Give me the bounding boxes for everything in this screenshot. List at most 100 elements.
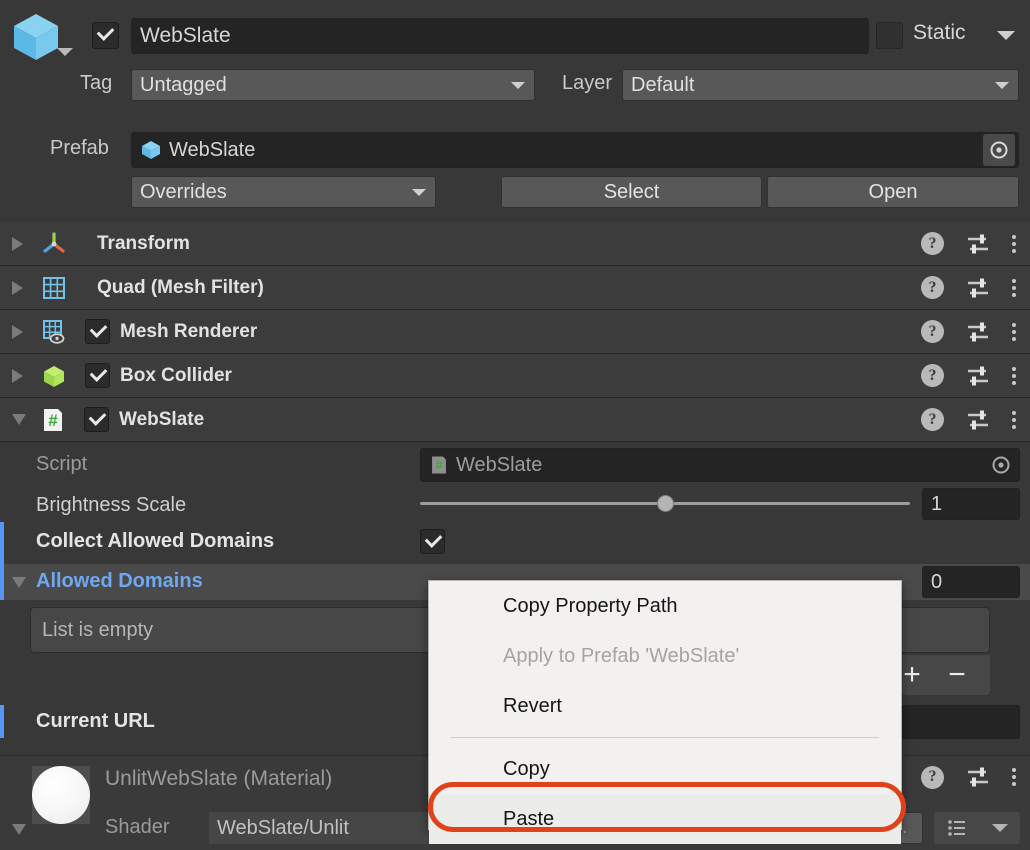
tag-dropdown[interactable]: Untagged [131,69,535,101]
layer-value: Default [631,74,694,97]
help-icon[interactable]: ? [921,320,944,343]
static-label: Static [913,21,966,45]
kebab-icon[interactable] [1012,411,1016,429]
add-list-item-button[interactable]: + [898,662,926,690]
component-row-actions: ? [921,232,1016,256]
chevron-down-icon [992,824,1008,832]
kebab-icon[interactable] [1012,768,1016,786]
mesh-renderer-enabled-checkbox[interactable] [85,319,110,344]
component-name: Box Collider [120,365,232,387]
shader-label: Shader [105,816,170,839]
allowed-domains-label: Allowed Domains [36,570,203,593]
kebab-icon[interactable] [1012,235,1016,253]
material-title: UnlitWebSlate (Material) [105,767,332,791]
menu-item-revert[interactable]: Revert [429,681,901,731]
prefab-cube-icon [140,139,162,161]
foldout-arrow-icon[interactable] [12,281,23,295]
prefab-object-field[interactable]: WebSlate [131,132,1019,168]
svg-text:#: # [435,458,443,473]
brightness-value-field[interactable]: 1 [922,488,1020,520]
gameobject-enabled-checkbox[interactable] [92,22,119,49]
component-row-transform[interactable]: Transform ? [0,222,1030,266]
component-name: Quad (Mesh Filter) [97,277,264,299]
help-icon[interactable]: ? [921,766,944,789]
chevron-down-icon [511,82,525,89]
component-name: Transform [97,233,190,255]
open-label: Open [869,181,918,204]
property-context-menu[interactable]: Copy Property Path Apply to Prefab 'WebS… [428,580,902,830]
shader-value: WebSlate/Unlit [217,817,349,840]
kebab-icon[interactable] [1012,367,1016,385]
preset-icon[interactable] [966,232,990,256]
help-icon[interactable]: ? [921,276,944,299]
open-button[interactable]: Open [767,176,1019,208]
foldout-arrow-icon[interactable] [12,237,23,251]
list-view-icon [946,817,968,839]
webslate-enabled-checkbox[interactable] [84,407,109,432]
brightness-scale-label: Brightness Scale [36,494,186,517]
foldout-arrow-icon[interactable] [12,325,23,339]
foldout-arrow-icon[interactable] [12,577,26,588]
collect-allowed-domains-checkbox[interactable] [420,529,445,554]
script-object-field: # WebSlate [420,448,1020,482]
brightness-value: 1 [931,493,942,516]
mesh-renderer-icon [41,319,67,345]
overrides-dropdown[interactable]: Overrides [131,176,436,208]
menu-item-apply-to-prefab: Apply to Prefab 'WebSlate' [429,631,901,681]
overrides-label: Overrides [140,181,227,204]
menu-item-copy[interactable]: Copy [429,744,901,794]
current-url-label: Current URL [36,710,155,733]
menu-separator [451,737,879,738]
menu-item-copy-property-path[interactable]: Copy Property Path [429,581,901,631]
material-preview [32,766,90,824]
component-row-webslate[interactable]: # WebSlate ? [0,398,1030,442]
script-object-picker-icon [986,450,1016,480]
svg-text:#: # [48,411,58,430]
kebab-icon[interactable] [1012,279,1016,297]
select-label: Select [604,181,660,204]
box-collider-icon [41,363,67,389]
allowed-domains-size-field[interactable]: 0 [922,566,1020,598]
material-properties-dropdown[interactable] [934,812,1020,844]
kebab-icon[interactable] [1012,323,1016,341]
brightness-slider-knob[interactable] [657,495,674,512]
unity-inspector-panel: WebSlate Static Tag Untagged Layer Defau… [0,0,1030,850]
static-checkbox[interactable] [876,22,903,49]
preset-icon[interactable] [966,364,990,388]
prefab-override-bar-current-url [0,705,4,738]
menu-item-paste[interactable]: Paste [429,794,901,844]
preset-icon[interactable] [966,320,990,344]
prefab-value: WebSlate [169,139,255,162]
component-row-quad-mesh-filter[interactable]: Quad (Mesh Filter) ? [0,266,1030,310]
component-row-box-collider[interactable]: Box Collider ? [0,354,1030,398]
component-row-actions: ? [921,364,1016,388]
prefab-object-picker-icon[interactable] [983,134,1015,166]
tag-value: Untagged [140,74,227,97]
object-icon-dropdown-caret[interactable] [57,48,73,56]
box-collider-enabled-checkbox[interactable] [85,363,110,388]
help-icon[interactable]: ? [921,408,944,431]
select-button[interactable]: Select [501,176,762,208]
list-empty-text: List is empty [42,619,153,642]
foldout-arrow-icon[interactable] [12,414,26,425]
help-icon[interactable]: ? [921,232,944,255]
component-row-actions: ? [921,276,1016,300]
foldout-arrow-icon[interactable] [12,369,23,383]
component-row-mesh-renderer[interactable]: Mesh Renderer ? [0,310,1030,354]
component-name: WebSlate [119,409,204,431]
remove-list-item-button[interactable]: − [943,662,971,690]
preset-icon[interactable] [966,765,990,789]
mesh-filter-icon [41,275,67,301]
preset-icon[interactable] [966,276,990,300]
gameobject-name-field[interactable]: WebSlate [131,18,869,54]
chevron-down-icon [412,189,426,196]
material-foldout-arrow-icon[interactable] [12,824,26,835]
help-icon[interactable]: ? [921,364,944,387]
component-name: Mesh Renderer [120,321,257,343]
prefab-label: Prefab [50,137,109,160]
cube-icon[interactable] [8,8,64,64]
layer-dropdown[interactable]: Default [622,69,1019,101]
static-dropdown-caret[interactable] [997,31,1015,40]
preset-icon[interactable] [966,408,990,432]
component-row-actions: ? [921,320,1016,344]
